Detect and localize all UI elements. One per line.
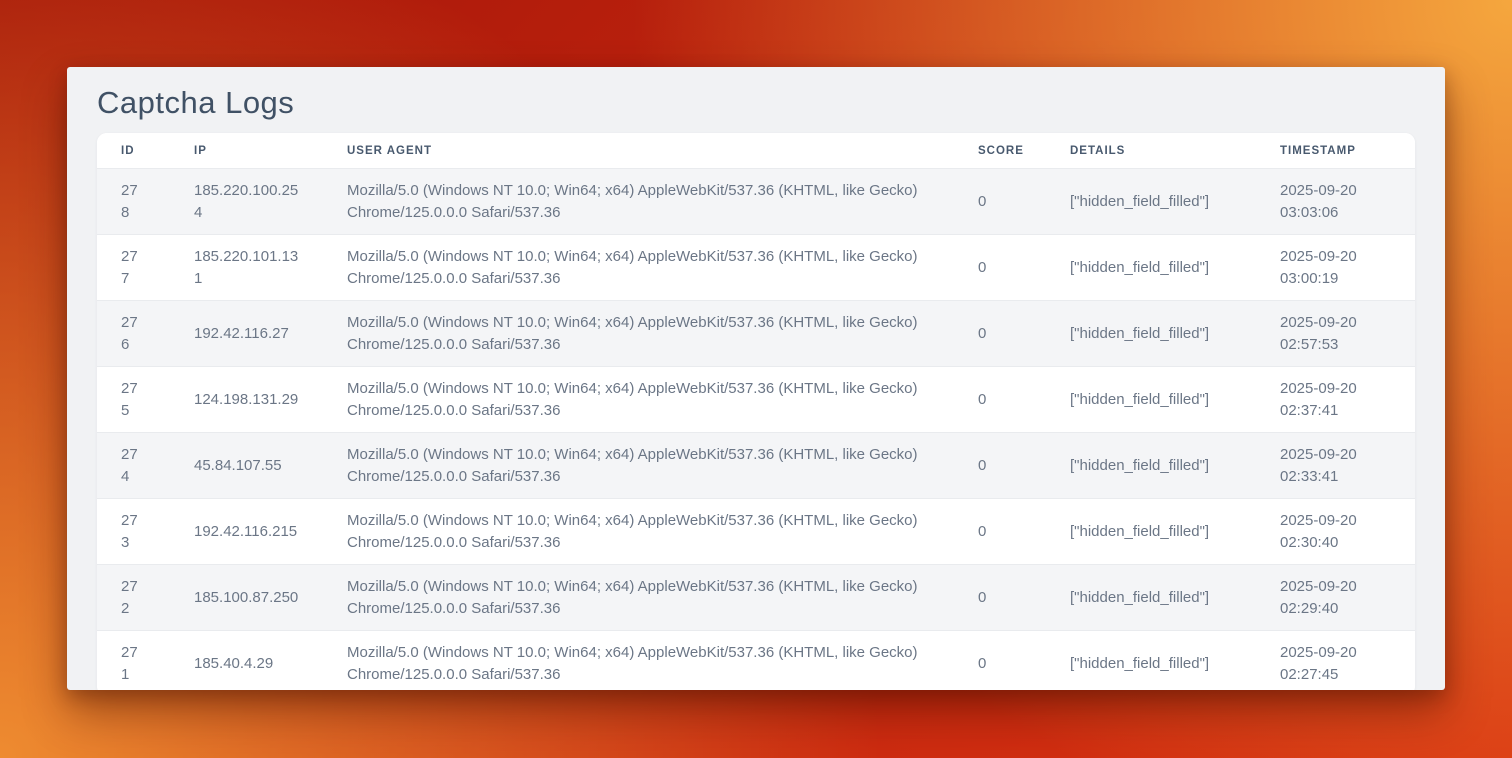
cell-id: 275	[97, 367, 170, 433]
cell-details: ["hidden_field_filled"]	[1046, 301, 1256, 367]
table-body: 278 185.220.100.254 Mozilla/5.0 (Windows…	[97, 169, 1415, 691]
cell-id: 278	[97, 169, 170, 235]
cell-timestamp: 2025-09-20 02:37:41	[1256, 367, 1415, 433]
column-header-timestamp: TIMESTAMP	[1256, 133, 1415, 169]
cell-id: 271	[97, 631, 170, 691]
table-row: 274 45.84.107.55 Mozilla/5.0 (Windows NT…	[97, 433, 1415, 499]
column-header-user-agent: USER AGENT	[323, 133, 954, 169]
cell-details: ["hidden_field_filled"]	[1046, 631, 1256, 691]
cell-timestamp: 2025-09-20 02:27:45	[1256, 631, 1415, 691]
cell-ip: 192.42.116.215	[170, 499, 323, 565]
table-row: 271 185.40.4.29 Mozilla/5.0 (Windows NT …	[97, 631, 1415, 691]
table-row: 275 124.198.131.29 Mozilla/5.0 (Windows …	[97, 367, 1415, 433]
column-header-score: SCORE	[954, 133, 1046, 169]
cell-details: ["hidden_field_filled"]	[1046, 499, 1256, 565]
table-row: 278 185.220.100.254 Mozilla/5.0 (Windows…	[97, 169, 1415, 235]
cell-ip: 185.220.100.254	[170, 169, 323, 235]
cell-score: 0	[954, 631, 1046, 691]
cell-details: ["hidden_field_filled"]	[1046, 367, 1256, 433]
cell-user-agent: Mozilla/5.0 (Windows NT 10.0; Win64; x64…	[323, 301, 954, 367]
cell-details: ["hidden_field_filled"]	[1046, 169, 1256, 235]
cell-timestamp: 2025-09-20 03:00:19	[1256, 235, 1415, 301]
cell-ip: 192.42.116.27	[170, 301, 323, 367]
cell-timestamp: 2025-09-20 02:33:41	[1256, 433, 1415, 499]
cell-user-agent: Mozilla/5.0 (Windows NT 10.0; Win64; x64…	[323, 169, 954, 235]
cell-score: 0	[954, 499, 1046, 565]
cell-score: 0	[954, 433, 1046, 499]
column-header-details: DETAILS	[1046, 133, 1256, 169]
page-title: Captcha Logs	[97, 87, 1415, 119]
cell-user-agent: Mozilla/5.0 (Windows NT 10.0; Win64; x64…	[323, 433, 954, 499]
cell-details: ["hidden_field_filled"]	[1046, 433, 1256, 499]
cell-score: 0	[954, 565, 1046, 631]
cell-id: 273	[97, 499, 170, 565]
table-row: 277 185.220.101.131 Mozilla/5.0 (Windows…	[97, 235, 1415, 301]
table-row: 272 185.100.87.250 Mozilla/5.0 (Windows …	[97, 565, 1415, 631]
cell-user-agent: Mozilla/5.0 (Windows NT 10.0; Win64; x64…	[323, 235, 954, 301]
logs-table: ID IP USER AGENT SCORE DETAILS TIMESTAMP…	[97, 133, 1415, 690]
captcha-logs-card: Captcha Logs ID IP USER AGENT SCORE DETA…	[67, 67, 1445, 690]
cell-ip: 124.198.131.29	[170, 367, 323, 433]
cell-score: 0	[954, 169, 1046, 235]
cell-id: 274	[97, 433, 170, 499]
cell-timestamp: 2025-09-20 02:30:40	[1256, 499, 1415, 565]
table-row: 276 192.42.116.27 Mozilla/5.0 (Windows N…	[97, 301, 1415, 367]
cell-user-agent: Mozilla/5.0 (Windows NT 10.0; Win64; x64…	[323, 565, 954, 631]
column-header-ip: IP	[170, 133, 323, 169]
cell-user-agent: Mozilla/5.0 (Windows NT 10.0; Win64; x64…	[323, 499, 954, 565]
cell-ip: 185.100.87.250	[170, 565, 323, 631]
cell-id: 276	[97, 301, 170, 367]
cell-ip: 45.84.107.55	[170, 433, 323, 499]
column-header-id: ID	[97, 133, 170, 169]
cell-details: ["hidden_field_filled"]	[1046, 235, 1256, 301]
cell-ip: 185.40.4.29	[170, 631, 323, 691]
cell-timestamp: 2025-09-20 02:29:40	[1256, 565, 1415, 631]
table-row: 273 192.42.116.215 Mozilla/5.0 (Windows …	[97, 499, 1415, 565]
cell-ip: 185.220.101.131	[170, 235, 323, 301]
cell-score: 0	[954, 301, 1046, 367]
cell-score: 0	[954, 235, 1046, 301]
table-header-row: ID IP USER AGENT SCORE DETAILS TIMESTAMP	[97, 133, 1415, 169]
cell-id: 272	[97, 565, 170, 631]
cell-timestamp: 2025-09-20 03:03:06	[1256, 169, 1415, 235]
cell-user-agent: Mozilla/5.0 (Windows NT 10.0; Win64; x64…	[323, 367, 954, 433]
logs-table-container: ID IP USER AGENT SCORE DETAILS TIMESTAMP…	[97, 133, 1415, 690]
cell-details: ["hidden_field_filled"]	[1046, 565, 1256, 631]
cell-timestamp: 2025-09-20 02:57:53	[1256, 301, 1415, 367]
cell-id: 277	[97, 235, 170, 301]
cell-score: 0	[954, 367, 1046, 433]
cell-user-agent: Mozilla/5.0 (Windows NT 10.0; Win64; x64…	[323, 631, 954, 691]
